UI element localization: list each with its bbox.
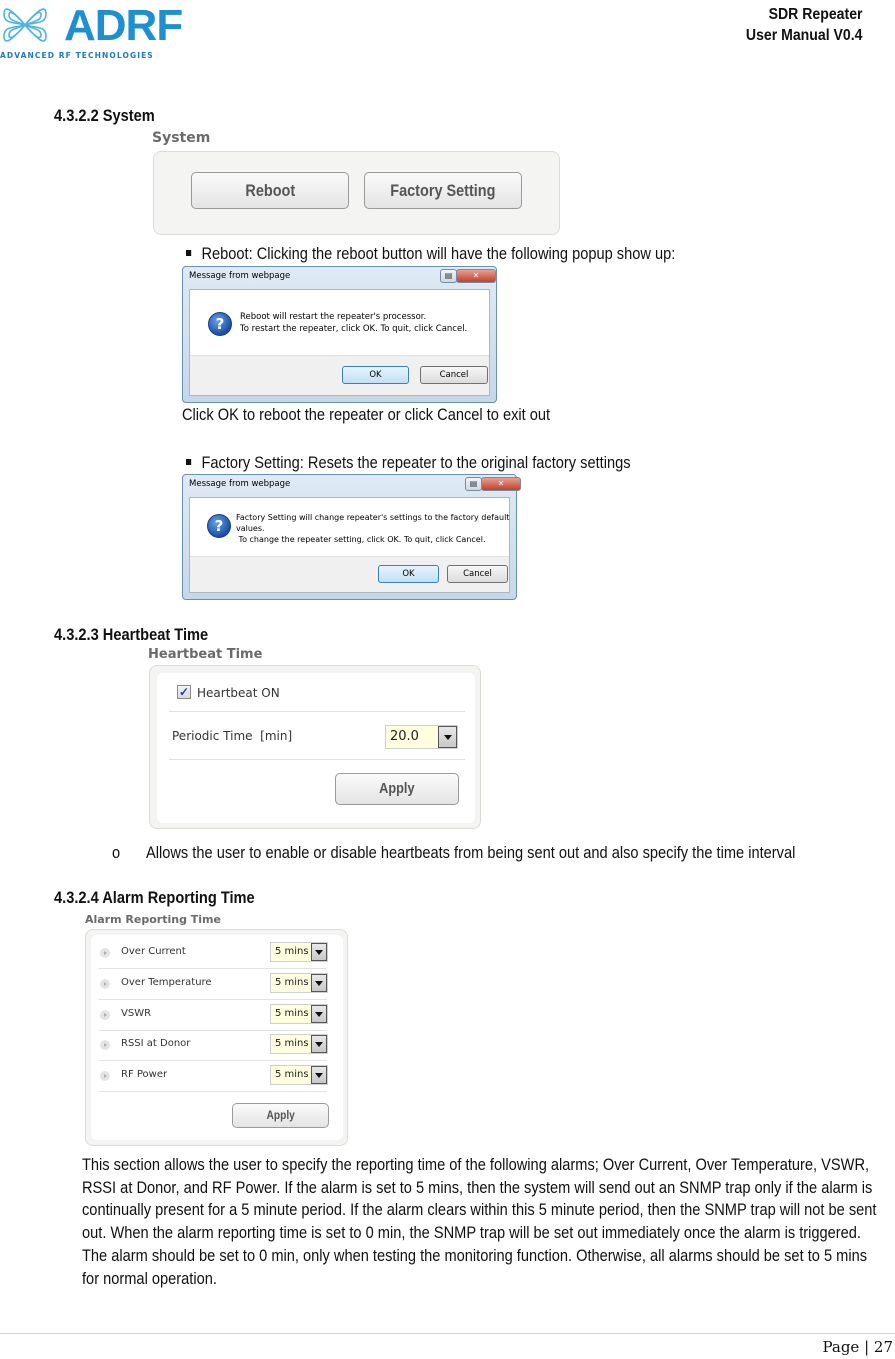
system-panel: Reboot Factory Setting — [153, 151, 560, 235]
question-icon: ? — [207, 514, 231, 538]
alarm-label: Over Temperature — [121, 977, 212, 988]
heartbeat-description: Allows the user to enable or disable hea… — [146, 843, 796, 862]
alarm-time-value: 5 mins — [275, 1038, 309, 1049]
factory-setting-bullet: Factory Setting: Resets the repeater to … — [186, 453, 631, 473]
dialog-message-line-1: Factory Setting will change repeater's s… — [236, 513, 510, 522]
heartbeat-on-label: Heartbeat ON — [197, 686, 280, 700]
ok-button[interactable]: OK — [342, 366, 409, 384]
alarm-time-select[interactable]: 5 mins — [270, 1004, 328, 1024]
factory-setting-button[interactable]: Factory Setting — [364, 172, 522, 209]
bullet-arrow-icon — [100, 1010, 110, 1020]
system-panel-title: System — [152, 130, 211, 146]
heartbeat-panel: ✓ Heartbeat ON Periodic Time [min] 20.0 … — [149, 665, 481, 829]
antenna-logo-icon — [3, 8, 47, 42]
alarm-label: RF Power — [121, 1069, 168, 1080]
heartbeat-bullet-marker: o — [112, 843, 121, 862]
square-bullet-icon — [186, 249, 192, 256]
heartbeat-on-checkbox[interactable]: ✓ — [177, 685, 191, 699]
heartbeat-panel-inner: ✓ Heartbeat ON Periodic Time [min] 20.0 … — [157, 673, 475, 823]
alarm-time-select[interactable]: 5 mins — [270, 1034, 328, 1054]
dialog-title: Message from webpage — [189, 479, 291, 489]
footer-divider — [0, 1333, 895, 1334]
divider — [99, 999, 327, 1000]
divider — [99, 1060, 327, 1061]
doc-version: User Manual V0.4 — [745, 27, 862, 44]
alarm-panel-title: Alarm Reporting Time — [85, 913, 221, 926]
restore-icon[interactable]: ▤ — [465, 477, 482, 491]
chevron-down-icon[interactable] — [438, 726, 457, 748]
divider — [99, 1091, 327, 1092]
dialog-message-line-2: To restart the repeater, click OK. To qu… — [240, 324, 468, 334]
section-heading-system: 4.3.2.2 System — [54, 106, 155, 125]
periodic-time-label: Periodic Time [min] — [172, 729, 293, 743]
reboot-note: Click OK to reboot the repeater or click… — [182, 405, 551, 424]
dialog-body: ? Factory Setting will change repeater's… — [189, 497, 510, 593]
heartbeat-panel-title: Heartbeat Time — [148, 647, 263, 662]
alarm-panel: Over Current 5 mins Over Temperature 5 m… — [85, 929, 348, 1146]
divider — [169, 711, 465, 712]
dialog-footer: OK Cancel — [190, 355, 489, 395]
section-heading-heartbeat: 4.3.2.3 Heartbeat Time — [54, 625, 209, 644]
adrf-logo: ADRF ADVANCED RF TECHNOLOGIES — [0, 0, 183, 62]
document-header: SDR Repeater User Manual V0.4 — [745, 4, 862, 46]
chevron-down-icon[interactable] — [311, 1035, 327, 1053]
dialog-footer: OK Cancel — [190, 556, 509, 592]
question-icon: ? — [208, 312, 232, 336]
factory-setting-dialog: Message from webpage ▤ ✕ ? Factory Setti… — [182, 474, 521, 600]
alarm-apply-button[interactable]: Apply — [232, 1103, 329, 1128]
chevron-down-icon[interactable] — [311, 974, 327, 992]
section-heading-alarm: 4.3.2.4 Alarm Reporting Time — [54, 888, 255, 907]
dialog-message-line-1: Reboot will restart the repeater's proce… — [240, 312, 427, 322]
alarm-time-select[interactable]: 5 mins — [270, 973, 328, 993]
dialog-message-line-2: values. — [236, 524, 265, 533]
ok-button[interactable]: OK — [378, 565, 439, 583]
brand-tagline: ADVANCED RF TECHNOLOGIES — [0, 51, 154, 60]
alarm-time-value: 5 mins — [275, 946, 309, 957]
periodic-time-select[interactable]: 20.0 — [385, 725, 458, 749]
alarm-label: Over Current — [121, 946, 186, 957]
alarm-time-value: 5 mins — [275, 1008, 309, 1019]
reboot-bullet: Reboot: Clicking the reboot button will … — [186, 244, 675, 264]
reboot-button[interactable]: Reboot — [191, 172, 349, 209]
restore-icon[interactable]: ▤ — [440, 269, 457, 283]
reboot-dialog: Message from webpage ▤ ✕ ? Reboot will r… — [182, 266, 497, 403]
chevron-down-icon[interactable] — [311, 1005, 327, 1023]
heartbeat-apply-button[interactable]: Apply — [335, 773, 459, 805]
bullet-arrow-icon — [100, 979, 110, 989]
close-icon[interactable]: ✕ — [481, 477, 521, 491]
alarm-description: This section allows the user to specify … — [82, 1155, 877, 1288]
alarm-time-select[interactable]: 5 mins — [270, 942, 328, 962]
alarm-label: RSSI at Donor — [121, 1038, 191, 1049]
bullet-arrow-icon — [100, 948, 110, 958]
chevron-down-icon[interactable] — [311, 1066, 327, 1084]
divider — [169, 759, 465, 760]
close-icon[interactable]: ✕ — [456, 269, 496, 283]
dialog-title: Message from webpage — [189, 271, 291, 281]
dialog-body: ? Reboot will restart the repeater's pro… — [189, 289, 490, 396]
periodic-time-value: 20.0 — [390, 729, 419, 744]
divider — [99, 968, 327, 969]
cancel-button[interactable]: Cancel — [420, 366, 488, 384]
alarm-time-value: 5 mins — [275, 977, 309, 988]
alarm-time-select[interactable]: 5 mins — [270, 1065, 328, 1085]
alarm-label: VSWR — [121, 1008, 152, 1019]
page-number: Page | 27 — [822, 1338, 893, 1356]
dialog-message-line-3: To change the repeater setting, click OK… — [236, 535, 486, 544]
doc-title: SDR Repeater — [768, 6, 862, 23]
cancel-button[interactable]: Cancel — [447, 565, 508, 583]
bullet-arrow-icon — [100, 1040, 110, 1050]
alarm-panel-inner: Over Current 5 mins Over Temperature 5 m… — [91, 935, 343, 1140]
bullet-arrow-icon — [100, 1071, 110, 1081]
chevron-down-icon[interactable] — [311, 943, 327, 961]
square-bullet-icon — [186, 458, 192, 465]
divider — [99, 1030, 327, 1031]
alarm-time-value: 5 mins — [275, 1069, 309, 1080]
brand-name: ADRF — [64, 1, 183, 50]
